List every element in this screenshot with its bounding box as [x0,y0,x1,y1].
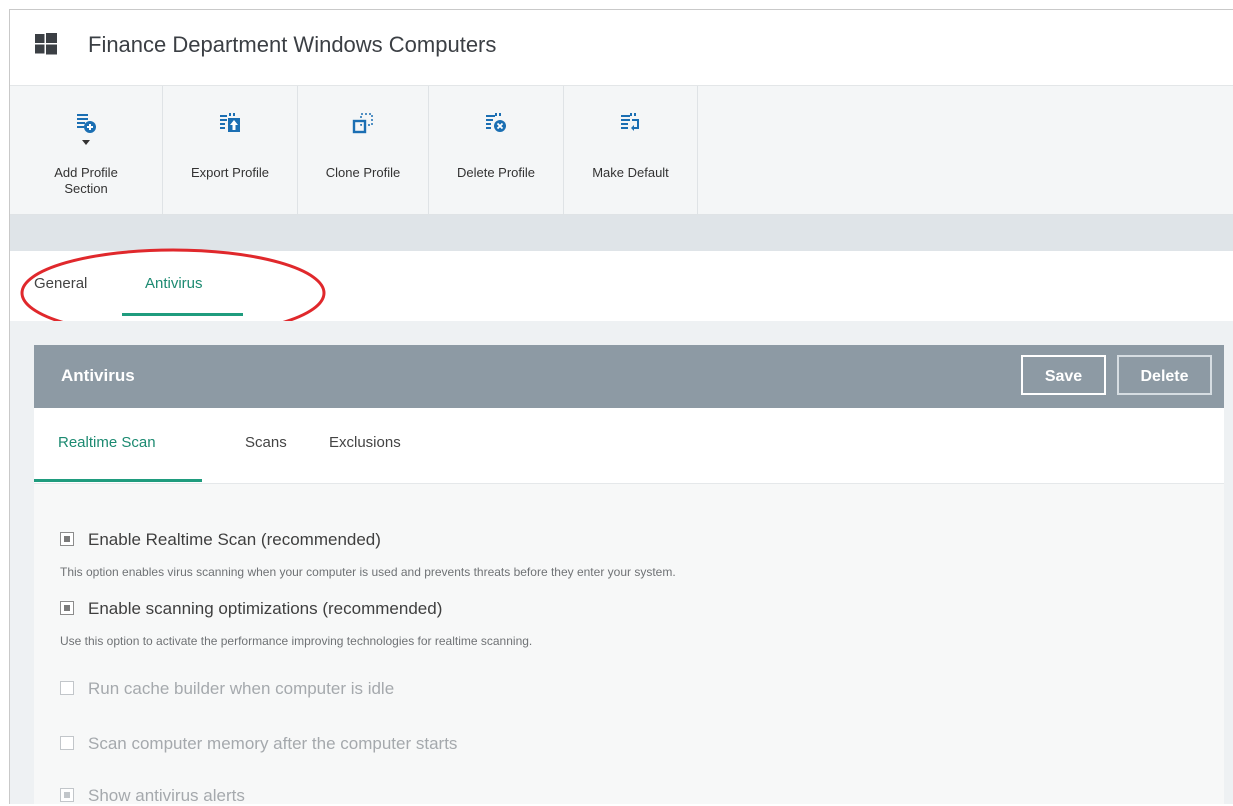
delete-profile-icon [486,113,506,132]
show-antivirus-alerts-checkbox[interactable] [60,788,74,802]
tab-realtime-scan[interactable]: Realtime Scan [58,434,156,451]
title-bar: Finance Department Windows Computers [10,10,1233,86]
run-cache-builder-checkbox[interactable] [60,681,74,695]
make-default-button[interactable]: Make Default [564,86,698,214]
enable-realtime-scan-label: Enable Realtime Scan (recommended) [88,530,381,549]
run-cache-builder-label: Run cache builder when computer is idle [88,679,395,698]
enable-scanning-optimizations-option[interactable]: Enable scanning optimizations (recommend… [60,599,442,619]
make-default-label: Make Default [592,165,669,180]
delete-profile-label: Delete Profile [456,165,536,180]
panel-title: Antivirus [61,366,135,385]
toolbar: Add Profile Section Export Profile Clone… [10,86,1233,215]
scan-memory-label: Scan computer memory after the computer … [88,734,458,753]
enable-scanning-optimizations-checkbox[interactable] [60,601,74,615]
panel-header: Antivirus Save Delete [34,345,1224,408]
show-antivirus-alerts-option[interactable]: Show antivirus alerts [60,786,245,806]
antivirus-subtabs: Realtime Scan Scans Exclusions [34,408,1224,484]
enable-realtime-scan-checkbox[interactable] [60,532,74,546]
add-profile-section-label: Add Profile Section [54,165,118,196]
antivirus-panel: Antivirus Save Delete Realtime Scan Scan… [34,345,1224,806]
active-subtab-indicator [34,479,202,482]
clone-profile-button[interactable]: Clone Profile [298,86,429,214]
realtime-scan-settings: Enable Realtime Scan (recommended) This … [34,484,1224,806]
make-default-icon [620,113,639,131]
scan-memory-option[interactable]: Scan computer memory after the computer … [60,734,457,754]
run-cache-builder-option[interactable]: Run cache builder when computer is idle [60,679,394,699]
enable-scanning-optimizations-description: Use this option to activate the performa… [60,634,533,648]
add-profile-section-icon [77,114,96,133]
app-window: Finance Department Windows Computers Add… [9,9,1233,806]
export-profile-button[interactable]: Export Profile [163,86,298,214]
clone-profile-label: Clone Profile [325,165,401,180]
show-antivirus-alerts-label: Show antivirus alerts [88,786,245,805]
export-profile-label: Export Profile [190,165,270,180]
clone-profile-icon [352,113,373,134]
delete-button[interactable]: Delete [1117,355,1212,395]
enable-scanning-optimizations-label: Enable scanning optimizations (recommend… [88,599,443,618]
save-button[interactable]: Save [1021,355,1106,395]
tab-scans[interactable]: Scans [245,434,287,451]
delete-profile-button[interactable]: Delete Profile [429,86,564,214]
add-profile-section-button[interactable]: Add Profile Section [10,86,163,214]
enable-realtime-scan-description: This option enables virus scanning when … [60,565,676,579]
chevron-down-icon [82,140,90,145]
tab-exclusions[interactable]: Exclusions [329,434,401,451]
export-profile-icon [220,113,240,132]
scan-memory-checkbox[interactable] [60,736,74,750]
enable-realtime-scan-option[interactable]: Enable Realtime Scan (recommended) [60,530,381,550]
page-title: Finance Department Windows Computers [88,32,497,57]
windows-logo-icon [35,33,57,55]
